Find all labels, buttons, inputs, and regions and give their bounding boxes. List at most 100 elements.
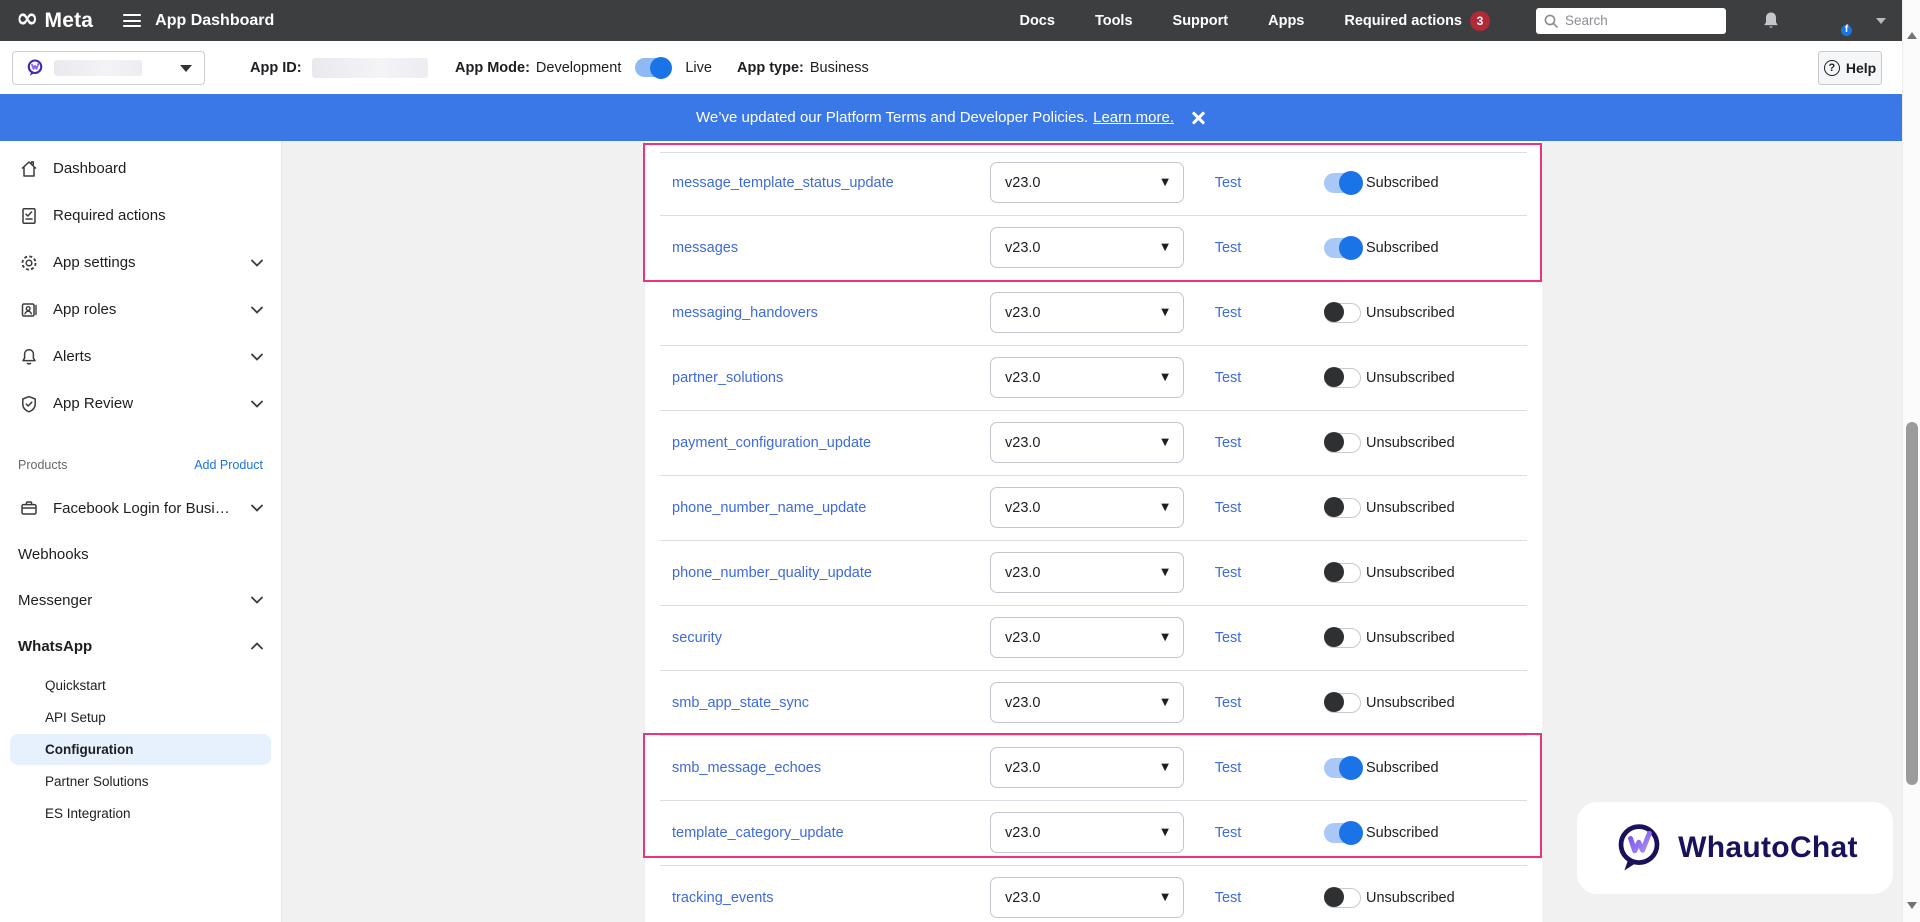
- subscription-toggle[interactable]: [1324, 498, 1361, 518]
- scrollbar-thumb[interactable]: [1906, 422, 1918, 785]
- nav-link-support[interactable]: Support: [1173, 13, 1229, 29]
- version-dropdown[interactable]: v23.0 ▼: [990, 162, 1184, 203]
- version-dropdown[interactable]: v23.0 ▼: [990, 617, 1184, 658]
- sidebar-item-alerts[interactable]: Alerts: [10, 333, 271, 380]
- live-mode-toggle[interactable]: [635, 58, 671, 77]
- subscription-toggle[interactable]: [1324, 888, 1361, 908]
- webhook-field-link[interactable]: smb_message_echoes: [672, 760, 821, 776]
- search-input[interactable]: [1565, 13, 1718, 28]
- version-value: v23.0: [1005, 500, 1040, 516]
- webhook-field-link[interactable]: smb_app_state_sync: [672, 695, 809, 711]
- nav-link-apps[interactable]: Apps: [1268, 13, 1304, 29]
- app-selector-dropdown[interactable]: [12, 51, 205, 85]
- webhook-field-link[interactable]: tracking_events: [672, 890, 774, 906]
- version-dropdown[interactable]: v23.0 ▼: [990, 552, 1184, 593]
- sidebar-item-whatsapp[interactable]: WhatsApp: [10, 623, 271, 669]
- sidebar-item-app-settings[interactable]: App settings: [10, 239, 271, 286]
- webhook-field-link[interactable]: message_template_status_update: [672, 175, 894, 191]
- account-menu-chevron-icon[interactable]: [1876, 18, 1886, 24]
- scroll-up-arrow-icon[interactable]: [1907, 32, 1917, 39]
- webhook-field-link[interactable]: partner_solutions: [672, 370, 783, 386]
- test-link[interactable]: Test: [1205, 565, 1251, 581]
- chevron-down-icon: ▼: [1161, 892, 1169, 903]
- sidebar-item-label: API Setup: [45, 710, 106, 725]
- test-link[interactable]: Test: [1205, 695, 1251, 711]
- sidebar-item-messenger[interactable]: Messenger: [10, 577, 271, 623]
- test-link[interactable]: Test: [1205, 370, 1251, 386]
- version-dropdown[interactable]: v23.0 ▼: [990, 227, 1184, 268]
- version-dropdown[interactable]: v23.0 ▼: [990, 747, 1184, 788]
- page-scrollbar[interactable]: [1902, 0, 1920, 922]
- sidebar-item-required-actions[interactable]: Required actions: [10, 192, 271, 239]
- version-dropdown[interactable]: v23.0 ▼: [990, 682, 1184, 723]
- sidebar-item-configuration[interactable]: Configuration: [10, 734, 271, 765]
- sidebar-item-partner-solutions[interactable]: Partner Solutions: [10, 766, 271, 797]
- close-icon[interactable]: [1190, 110, 1206, 126]
- webhook-field-link[interactable]: phone_number_quality_update: [672, 565, 872, 581]
- meta-logo[interactable]: ∞ Meta: [16, 9, 93, 33]
- nav-link-docs[interactable]: Docs: [1019, 13, 1054, 29]
- test-link[interactable]: Test: [1205, 630, 1251, 646]
- help-button[interactable]: ? Help: [1818, 51, 1882, 85]
- webhook-field-link[interactable]: payment_configuration_update: [672, 435, 871, 451]
- subscription-toggle[interactable]: [1324, 823, 1361, 843]
- sidebar-item-webhooks[interactable]: Webhooks: [10, 531, 271, 577]
- subscription-toggle[interactable]: [1324, 563, 1361, 583]
- user-avatar[interactable]: f: [1822, 7, 1850, 35]
- menu-icon[interactable]: [123, 14, 141, 27]
- webhook-field-link[interactable]: messaging_handovers: [672, 305, 818, 321]
- subscription-toggle[interactable]: [1324, 693, 1361, 713]
- subscription-toggle[interactable]: [1324, 433, 1361, 453]
- version-dropdown[interactable]: v23.0 ▼: [990, 422, 1184, 463]
- subscription-toggle[interactable]: [1324, 628, 1361, 648]
- sidebar-item-app-roles[interactable]: App roles: [10, 286, 271, 333]
- subscription-status-label: Subscribed: [1366, 175, 1439, 191]
- test-link[interactable]: Test: [1205, 435, 1251, 451]
- webhook-field-link[interactable]: messages: [672, 240, 738, 256]
- webhook-field-link[interactable]: security: [672, 630, 722, 646]
- sidebar-item-label: ES Integration: [45, 806, 131, 821]
- version-dropdown[interactable]: v23.0 ▼: [990, 292, 1184, 333]
- subscription-toggle[interactable]: [1324, 173, 1361, 193]
- search-box[interactable]: [1536, 8, 1726, 34]
- version-value: v23.0: [1005, 305, 1040, 321]
- briefcase-icon: [18, 497, 40, 519]
- sidebar-item-quickstart[interactable]: Quickstart: [10, 670, 271, 701]
- sidebar: Dashboard Required actions App settings …: [0, 141, 282, 922]
- subscription-toggle[interactable]: [1324, 368, 1361, 388]
- test-link[interactable]: Test: [1205, 500, 1251, 516]
- webhook-field-link[interactable]: phone_number_name_update: [672, 500, 866, 516]
- sidebar-item-label: Partner Solutions: [45, 774, 149, 789]
- test-link[interactable]: Test: [1205, 305, 1251, 321]
- sidebar-item-facebook-login[interactable]: Facebook Login for Busi…: [10, 485, 271, 531]
- test-link[interactable]: Test: [1205, 240, 1251, 256]
- nav-link-required-actions[interactable]: Required actions 3: [1344, 11, 1490, 31]
- version-dropdown[interactable]: v23.0 ▼: [990, 357, 1184, 398]
- version-dropdown[interactable]: v23.0 ▼: [990, 877, 1184, 918]
- test-link[interactable]: Test: [1205, 760, 1251, 776]
- sidebar-item-api-setup[interactable]: API Setup: [10, 702, 271, 733]
- learn-more-link[interactable]: Learn more.: [1093, 109, 1174, 126]
- webhook-row: template_category_update v23.0 ▼ Test Su…: [645, 800, 1542, 865]
- scroll-down-arrow-icon[interactable]: [1907, 902, 1917, 909]
- version-dropdown[interactable]: v23.0 ▼: [990, 812, 1184, 853]
- sidebar-item-app-review[interactable]: App Review: [10, 380, 271, 427]
- add-product-link[interactable]: Add Product: [194, 458, 263, 472]
- sidebar-item-es-integration[interactable]: ES Integration: [10, 798, 271, 829]
- test-link[interactable]: Test: [1205, 890, 1251, 906]
- subscription-toggle[interactable]: [1324, 238, 1361, 258]
- version-value: v23.0: [1005, 695, 1040, 711]
- sidebar-item-dashboard[interactable]: Dashboard: [10, 145, 271, 192]
- test-link[interactable]: Test: [1205, 825, 1251, 841]
- notifications-bell-icon[interactable]: [1760, 10, 1782, 32]
- nav-link-tools[interactable]: Tools: [1095, 13, 1133, 29]
- subscription-toggle[interactable]: [1324, 303, 1361, 323]
- policy-banner: We’ve updated our Platform Terms and Dev…: [0, 94, 1902, 141]
- subscription-toggle[interactable]: [1324, 758, 1361, 778]
- version-value: v23.0: [1005, 630, 1040, 646]
- chevron-down-icon: [251, 596, 263, 604]
- home-icon: [18, 158, 40, 180]
- version-dropdown[interactable]: v23.0 ▼: [990, 487, 1184, 528]
- test-link[interactable]: Test: [1205, 175, 1251, 191]
- webhook-field-link[interactable]: template_category_update: [672, 825, 844, 841]
